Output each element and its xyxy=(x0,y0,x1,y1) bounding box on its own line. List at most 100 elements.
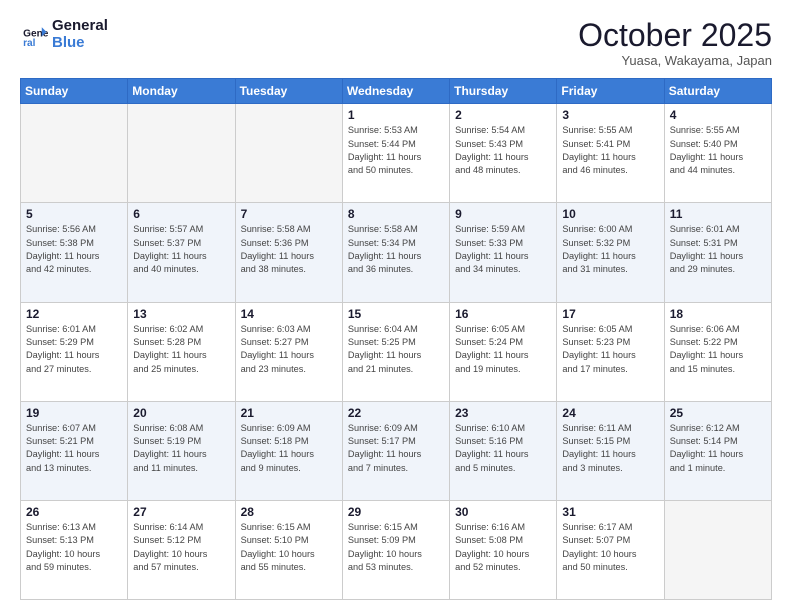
calendar-cell: 21 Sunrise: 6:09 AM Sunset: 5:18 PM Dayli… xyxy=(235,401,342,500)
day-info: Sunrise: 6:16 AM Sunset: 5:08 PM Dayligh… xyxy=(455,521,551,574)
calendar-cell: 17Sunrise: 6:05 AM Sunset: 5:23 PM Dayli… xyxy=(557,302,664,401)
calendar-cell xyxy=(235,104,342,203)
day-info: Sunrise: 5:55 AM Sunset: 5:40 PM Dayligh… xyxy=(670,124,766,177)
day-number: 27 xyxy=(133,505,229,519)
day-info: Sunrise: 6:17 AM Sunset: 5:07 PM Dayligh… xyxy=(562,521,658,574)
day-number: 18 xyxy=(670,307,766,321)
day-number: 16 xyxy=(455,307,551,321)
header-saturday: Saturday xyxy=(664,79,771,104)
calendar-cell: 30 Sunrise: 6:16 AM Sunset: 5:08 PM Dayli… xyxy=(450,500,557,599)
day-number: 5 xyxy=(26,207,122,221)
header-thursday: Thursday xyxy=(450,79,557,104)
day-info: Sunrise: 5:55 AM Sunset: 5:41 PM Dayligh… xyxy=(562,124,658,177)
day-info: Sunrise: 6:10 AM Sunset: 5:16 PM Dayligh… xyxy=(455,422,551,475)
day-info: Sunrise: 6:08 AM Sunset: 5:19 PM Dayligh… xyxy=(133,422,229,475)
day-info: Sunrise: 5:58 AM Sunset: 5:36 PM Dayligh… xyxy=(241,223,337,276)
calendar-subtitle: Yuasa, Wakayama, Japan xyxy=(578,53,772,68)
day-info: Sunrise: 6:09 AM Sunset: 5:18 PM Dayligh… xyxy=(241,422,337,475)
calendar-cell: 19 Sunrise: 6:07 AM Sunset: 5:21 PM Dayli… xyxy=(21,401,128,500)
day-number: 9 xyxy=(455,207,551,221)
day-info: Sunrise: 6:09 AM Sunset: 5:17 PM Dayligh… xyxy=(348,422,444,475)
day-number: 2 xyxy=(455,108,551,122)
calendar-cell: 11Sunrise: 6:01 AM Sunset: 5:31 PM Dayli… xyxy=(664,203,771,302)
header-wednesday: Wednesday xyxy=(342,79,449,104)
calendar-cell: 28 Sunrise: 6:15 AM Sunset: 5:10 PM Dayli… xyxy=(235,500,342,599)
calendar-cell: 27 Sunrise: 6:14 AM Sunset: 5:12 PM Dayli… xyxy=(128,500,235,599)
calendar-cell: 18Sunrise: 6:06 AM Sunset: 5:22 PM Dayli… xyxy=(664,302,771,401)
day-number: 20 xyxy=(133,406,229,420)
calendar-cell: 2 Sunrise: 5:54 AM Sunset: 5:43 PM Daylig… xyxy=(450,104,557,203)
calendar-cell: 6Sunrise: 5:57 AM Sunset: 5:37 PM Daylig… xyxy=(128,203,235,302)
calendar-header-row: Sunday Monday Tuesday Wednesday Thursday… xyxy=(21,79,772,104)
day-info: Sunrise: 5:54 AM Sunset: 5:43 PM Dayligh… xyxy=(455,124,551,177)
day-number: 30 xyxy=(455,505,551,519)
day-number: 21 xyxy=(241,406,337,420)
calendar-cell: 22 Sunrise: 6:09 AM Sunset: 5:17 PM Dayli… xyxy=(342,401,449,500)
calendar-cell: 23 Sunrise: 6:10 AM Sunset: 5:16 PM Dayli… xyxy=(450,401,557,500)
calendar-cell: 5 Sunrise: 5:56 AM Sunset: 5:38 PM Daylig… xyxy=(21,203,128,302)
calendar-cell: 29 Sunrise: 6:15 AM Sunset: 5:09 PM Dayli… xyxy=(342,500,449,599)
calendar-cell xyxy=(21,104,128,203)
calendar-cell: 8 Sunrise: 5:58 AM Sunset: 5:34 PM Daylig… xyxy=(342,203,449,302)
logo-icon: Gene ral xyxy=(20,21,48,49)
day-info: Sunrise: 6:14 AM Sunset: 5:12 PM Dayligh… xyxy=(133,521,229,574)
day-info: Sunrise: 6:12 AM Sunset: 5:14 PM Dayligh… xyxy=(670,422,766,475)
logo: Gene ral General Blue xyxy=(20,18,108,51)
day-info: Sunrise: 6:04 AM Sunset: 5:25 PM Dayligh… xyxy=(348,323,444,376)
day-number: 11 xyxy=(670,207,766,221)
header-sunday: Sunday xyxy=(21,79,128,104)
day-info: Sunrise: 5:53 AM Sunset: 5:44 PM Dayligh… xyxy=(348,124,444,177)
calendar-cell xyxy=(664,500,771,599)
calendar-cell: 15 Sunrise: 6:04 AM Sunset: 5:25 PM Dayli… xyxy=(342,302,449,401)
day-info: Sunrise: 6:01 AM Sunset: 5:29 PM Dayligh… xyxy=(26,323,122,376)
day-number: 19 xyxy=(26,406,122,420)
svg-text:ral: ral xyxy=(23,37,36,48)
calendar-cell: 24Sunrise: 6:11 AM Sunset: 5:15 PM Dayli… xyxy=(557,401,664,500)
day-number: 28 xyxy=(241,505,337,519)
day-number: 15 xyxy=(348,307,444,321)
day-info: Sunrise: 6:02 AM Sunset: 5:28 PM Dayligh… xyxy=(133,323,229,376)
calendar-cell: 31 Sunrise: 6:17 AM Sunset: 5:07 PM Dayli… xyxy=(557,500,664,599)
day-number: 29 xyxy=(348,505,444,519)
day-number: 10 xyxy=(562,207,658,221)
calendar-week-1: 1 Sunrise: 5:53 AM Sunset: 5:44 PM Daylig… xyxy=(21,104,772,203)
day-info: Sunrise: 6:07 AM Sunset: 5:21 PM Dayligh… xyxy=(26,422,122,475)
calendar-week-4: 19 Sunrise: 6:07 AM Sunset: 5:21 PM Dayli… xyxy=(21,401,772,500)
calendar-cell: 7 Sunrise: 5:58 AM Sunset: 5:36 PM Daylig… xyxy=(235,203,342,302)
day-info: Sunrise: 6:05 AM Sunset: 5:24 PM Dayligh… xyxy=(455,323,551,376)
day-info: Sunrise: 6:15 AM Sunset: 5:10 PM Dayligh… xyxy=(241,521,337,574)
calendar-cell: 3 Sunrise: 5:55 AM Sunset: 5:41 PM Daylig… xyxy=(557,104,664,203)
day-number: 14 xyxy=(241,307,337,321)
day-info: Sunrise: 6:15 AM Sunset: 5:09 PM Dayligh… xyxy=(348,521,444,574)
calendar-table: Sunday Monday Tuesday Wednesday Thursday… xyxy=(20,78,772,600)
calendar-title: October 2025 xyxy=(578,18,772,53)
day-number: 23 xyxy=(455,406,551,420)
day-number: 25 xyxy=(670,406,766,420)
header-monday: Monday xyxy=(128,79,235,104)
day-number: 3 xyxy=(562,108,658,122)
calendar-cell: 10Sunrise: 6:00 AM Sunset: 5:32 PM Dayli… xyxy=(557,203,664,302)
calendar-cell: 13Sunrise: 6:02 AM Sunset: 5:28 PM Dayli… xyxy=(128,302,235,401)
header-friday: Friday xyxy=(557,79,664,104)
calendar-cell: 4 Sunrise: 5:55 AM Sunset: 5:40 PM Daylig… xyxy=(664,104,771,203)
calendar-cell: 26Sunrise: 6:13 AM Sunset: 5:13 PM Dayli… xyxy=(21,500,128,599)
day-info: Sunrise: 5:58 AM Sunset: 5:34 PM Dayligh… xyxy=(348,223,444,276)
calendar-cell: 20 Sunrise: 6:08 AM Sunset: 5:19 PM Dayli… xyxy=(128,401,235,500)
header: Gene ral General Blue October 2025 Yuasa… xyxy=(20,18,772,68)
page: Gene ral General Blue October 2025 Yuasa… xyxy=(0,0,792,612)
header-tuesday: Tuesday xyxy=(235,79,342,104)
day-number: 31 xyxy=(562,505,658,519)
calendar-cell: 12Sunrise: 6:01 AM Sunset: 5:29 PM Dayli… xyxy=(21,302,128,401)
day-info: Sunrise: 5:59 AM Sunset: 5:33 PM Dayligh… xyxy=(455,223,551,276)
calendar-week-2: 5 Sunrise: 5:56 AM Sunset: 5:38 PM Daylig… xyxy=(21,203,772,302)
calendar-cell: 1 Sunrise: 5:53 AM Sunset: 5:44 PM Daylig… xyxy=(342,104,449,203)
day-number: 17 xyxy=(562,307,658,321)
calendar-cell: 14Sunrise: 6:03 AM Sunset: 5:27 PM Dayli… xyxy=(235,302,342,401)
day-info: Sunrise: 5:56 AM Sunset: 5:38 PM Dayligh… xyxy=(26,223,122,276)
day-number: 8 xyxy=(348,207,444,221)
day-number: 4 xyxy=(670,108,766,122)
day-number: 22 xyxy=(348,406,444,420)
calendar-cell: 9 Sunrise: 5:59 AM Sunset: 5:33 PM Daylig… xyxy=(450,203,557,302)
day-number: 7 xyxy=(241,207,337,221)
day-number: 1 xyxy=(348,108,444,122)
